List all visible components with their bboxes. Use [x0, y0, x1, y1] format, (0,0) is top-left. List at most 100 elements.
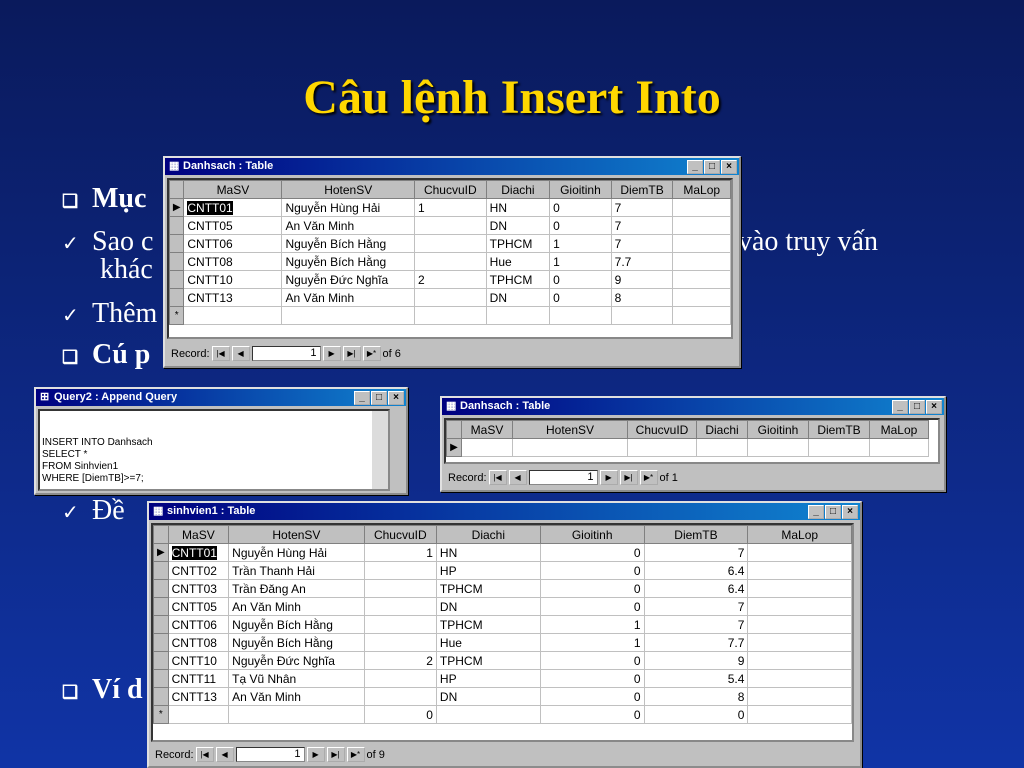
table-cell[interactable] [413, 216, 487, 235]
table-row[interactable]: ▶ CNTT01 Nguyễn Hùng Hải 1 HN 0 7 [153, 543, 852, 562]
table-row[interactable]: CNTT05 An Văn Minh DN 0 7 [169, 216, 731, 235]
table-cell[interactable]: CNTT03 [167, 579, 230, 598]
table-row[interactable]: CNTT13 An Văn Minh DN 0 8 [169, 288, 731, 307]
table-cell[interactable] [461, 438, 513, 457]
column-header[interactable]: ChucvuID [363, 525, 437, 544]
table-cell[interactable]: Nguyễn Bích Hằng [228, 633, 365, 652]
sql-editor[interactable]: INSERT INTO Danhsach SELECT * FROM Sinhv… [38, 409, 390, 491]
row-selector[interactable] [169, 216, 185, 235]
column-header[interactable]: Gioitinh [747, 420, 809, 439]
record-number-input[interactable]: 1 [235, 747, 305, 762]
row-selector[interactable] [169, 252, 185, 271]
table-cell[interactable] [413, 252, 487, 271]
row-selector[interactable] [153, 579, 169, 598]
column-header[interactable]: DiemTB [808, 420, 870, 439]
table-cell[interactable]: TPHCM [435, 615, 541, 634]
table-cell[interactable] [747, 651, 852, 670]
table-cell[interactable]: CNTT06 [167, 615, 230, 634]
minimize-button[interactable]: _ [687, 160, 703, 174]
column-header[interactable]: ChucvuID [627, 420, 697, 439]
column-header[interactable]: Gioitinh [539, 525, 645, 544]
table-cell[interactable]: 7.7 [610, 252, 674, 271]
query2-window[interactable]: ⊞ Query2 : Append Query _ □ × INSERT INTO… [34, 387, 408, 495]
table-cell[interactable]: CNTT05 [183, 216, 283, 235]
last-record-button[interactable]: ▶| [342, 346, 361, 361]
row-pointer-icon[interactable]: ▶ [153, 543, 169, 562]
sinhvien1-table-window[interactable]: ▦ sinhvien1 : Table _ □ × MaSV HotenSV Chuc… [147, 501, 862, 768]
table-cell[interactable] [672, 306, 731, 325]
window-titlebar[interactable]: ▦ Danhsach : Table _ □ × [165, 158, 739, 175]
column-header[interactable]: ChucvuID [413, 180, 487, 199]
next-record-button[interactable]: ▶ [306, 747, 325, 762]
table-cell[interactable] [363, 669, 437, 688]
table-cell[interactable] [167, 705, 230, 724]
column-header[interactable]: HotenSV [512, 420, 628, 439]
table-cell[interactable] [747, 633, 852, 652]
table-row[interactable]: CNTT11 Tạ Vũ Nhân HP 0 5.4 [153, 669, 852, 688]
table-cell[interactable]: An Văn Minh [228, 687, 365, 706]
table-cell[interactable] [363, 597, 437, 616]
first-record-button[interactable]: |◀ [211, 346, 230, 361]
table-cell[interactable]: 9 [610, 270, 674, 289]
table-row[interactable]: CNTT08 Nguyễn Bích Hằng Hue 1 7.7 [153, 633, 852, 652]
window-titlebar[interactable]: ▦ sinhvien1 : Table _ □ × [149, 503, 860, 520]
table-cell[interactable]: Nguyễn Đức Nghĩa [281, 270, 415, 289]
table-cell[interactable] [413, 306, 487, 325]
table-cell[interactable]: Tạ Vũ Nhân [228, 669, 365, 688]
close-button[interactable]: × [926, 400, 942, 414]
table-cell[interactable] [610, 306, 674, 325]
row-selector[interactable] [153, 633, 169, 652]
row-selector[interactable] [153, 615, 169, 634]
table-cell[interactable] [549, 306, 612, 325]
table-cell[interactable]: 6.4 [643, 579, 749, 598]
table-cell[interactable] [747, 687, 852, 706]
table-cell[interactable]: CNTT13 [167, 687, 230, 706]
new-row-icon[interactable]: * [169, 306, 185, 325]
row-pointer-icon[interactable]: ▶ [446, 438, 462, 457]
table-cell[interactable] [747, 543, 852, 562]
table-cell[interactable] [363, 633, 437, 652]
table-cell[interactable]: 0 [539, 561, 645, 580]
table-row[interactable]: CNTT13 An Văn Minh DN 0 8 [153, 687, 852, 706]
table-cell[interactable] [747, 561, 852, 580]
table-cell[interactable]: Nguyễn Hùng Hải [281, 198, 415, 217]
minimize-button[interactable]: _ [892, 400, 908, 414]
table-row[interactable]: CNTT02 Trần Thanh Hải HP 0 6.4 [153, 561, 852, 580]
table-cell[interactable] [696, 438, 748, 457]
table-cell[interactable] [363, 687, 437, 706]
row-selector[interactable] [153, 597, 169, 616]
table-cell[interactable]: DN [435, 687, 541, 706]
table-row[interactable]: CNTT06 Nguyễn Bích Hằng TPHCM 1 7 [169, 234, 731, 253]
table-cell[interactable]: An Văn Minh [281, 216, 415, 235]
table-cell[interactable]: 0 [549, 216, 612, 235]
table-cell[interactable]: 7 [610, 234, 674, 253]
danhsach-table-window[interactable]: ▦ Danhsach : Table _ □ × MaSV HotenSV Chucv… [163, 156, 741, 368]
prev-record-button[interactable]: ◀ [215, 747, 234, 762]
table-cell[interactable]: 7 [643, 543, 749, 562]
table-row[interactable]: CNTT08 Nguyễn Bích Hằng Hue 1 7.7 [169, 252, 731, 271]
datasheet-grid[interactable]: MaSV HotenSV ChucvuID Diachi Gioitinh DiemTB M… [444, 418, 940, 464]
table-cell[interactable]: 7 [610, 216, 674, 235]
table-cell[interactable]: CNTT01 [167, 543, 230, 562]
record-number-input[interactable]: 1 [528, 470, 598, 485]
table-row[interactable]: CNTT05 An Văn Minh DN 0 7 [153, 597, 852, 616]
new-record-row[interactable]: * [169, 306, 731, 325]
table-cell[interactable]: 9 [643, 651, 749, 670]
table-cell[interactable] [869, 438, 929, 457]
table-cell[interactable]: Nguyễn Bích Hằng [228, 615, 365, 634]
new-record-row[interactable]: ▶ [446, 438, 929, 457]
column-header[interactable]: MaSV [461, 420, 513, 439]
row-selector[interactable] [153, 669, 169, 688]
table-cell[interactable] [183, 306, 283, 325]
table-cell[interactable]: CNTT08 [183, 252, 283, 271]
table-cell[interactable]: 7 [610, 198, 674, 217]
maximize-button[interactable]: □ [371, 391, 387, 405]
first-record-button[interactable]: |◀ [195, 747, 214, 762]
table-cell[interactable]: 2 [363, 651, 437, 670]
table-cell[interactable] [672, 252, 731, 271]
table-cell[interactable]: 1 [539, 615, 645, 634]
table-cell[interactable]: CNTT01 [183, 198, 283, 217]
column-header[interactable]: DiemTB [643, 525, 749, 544]
table-cell[interactable]: Nguyễn Hùng Hải [228, 543, 365, 562]
table-cell[interactable] [435, 705, 541, 724]
